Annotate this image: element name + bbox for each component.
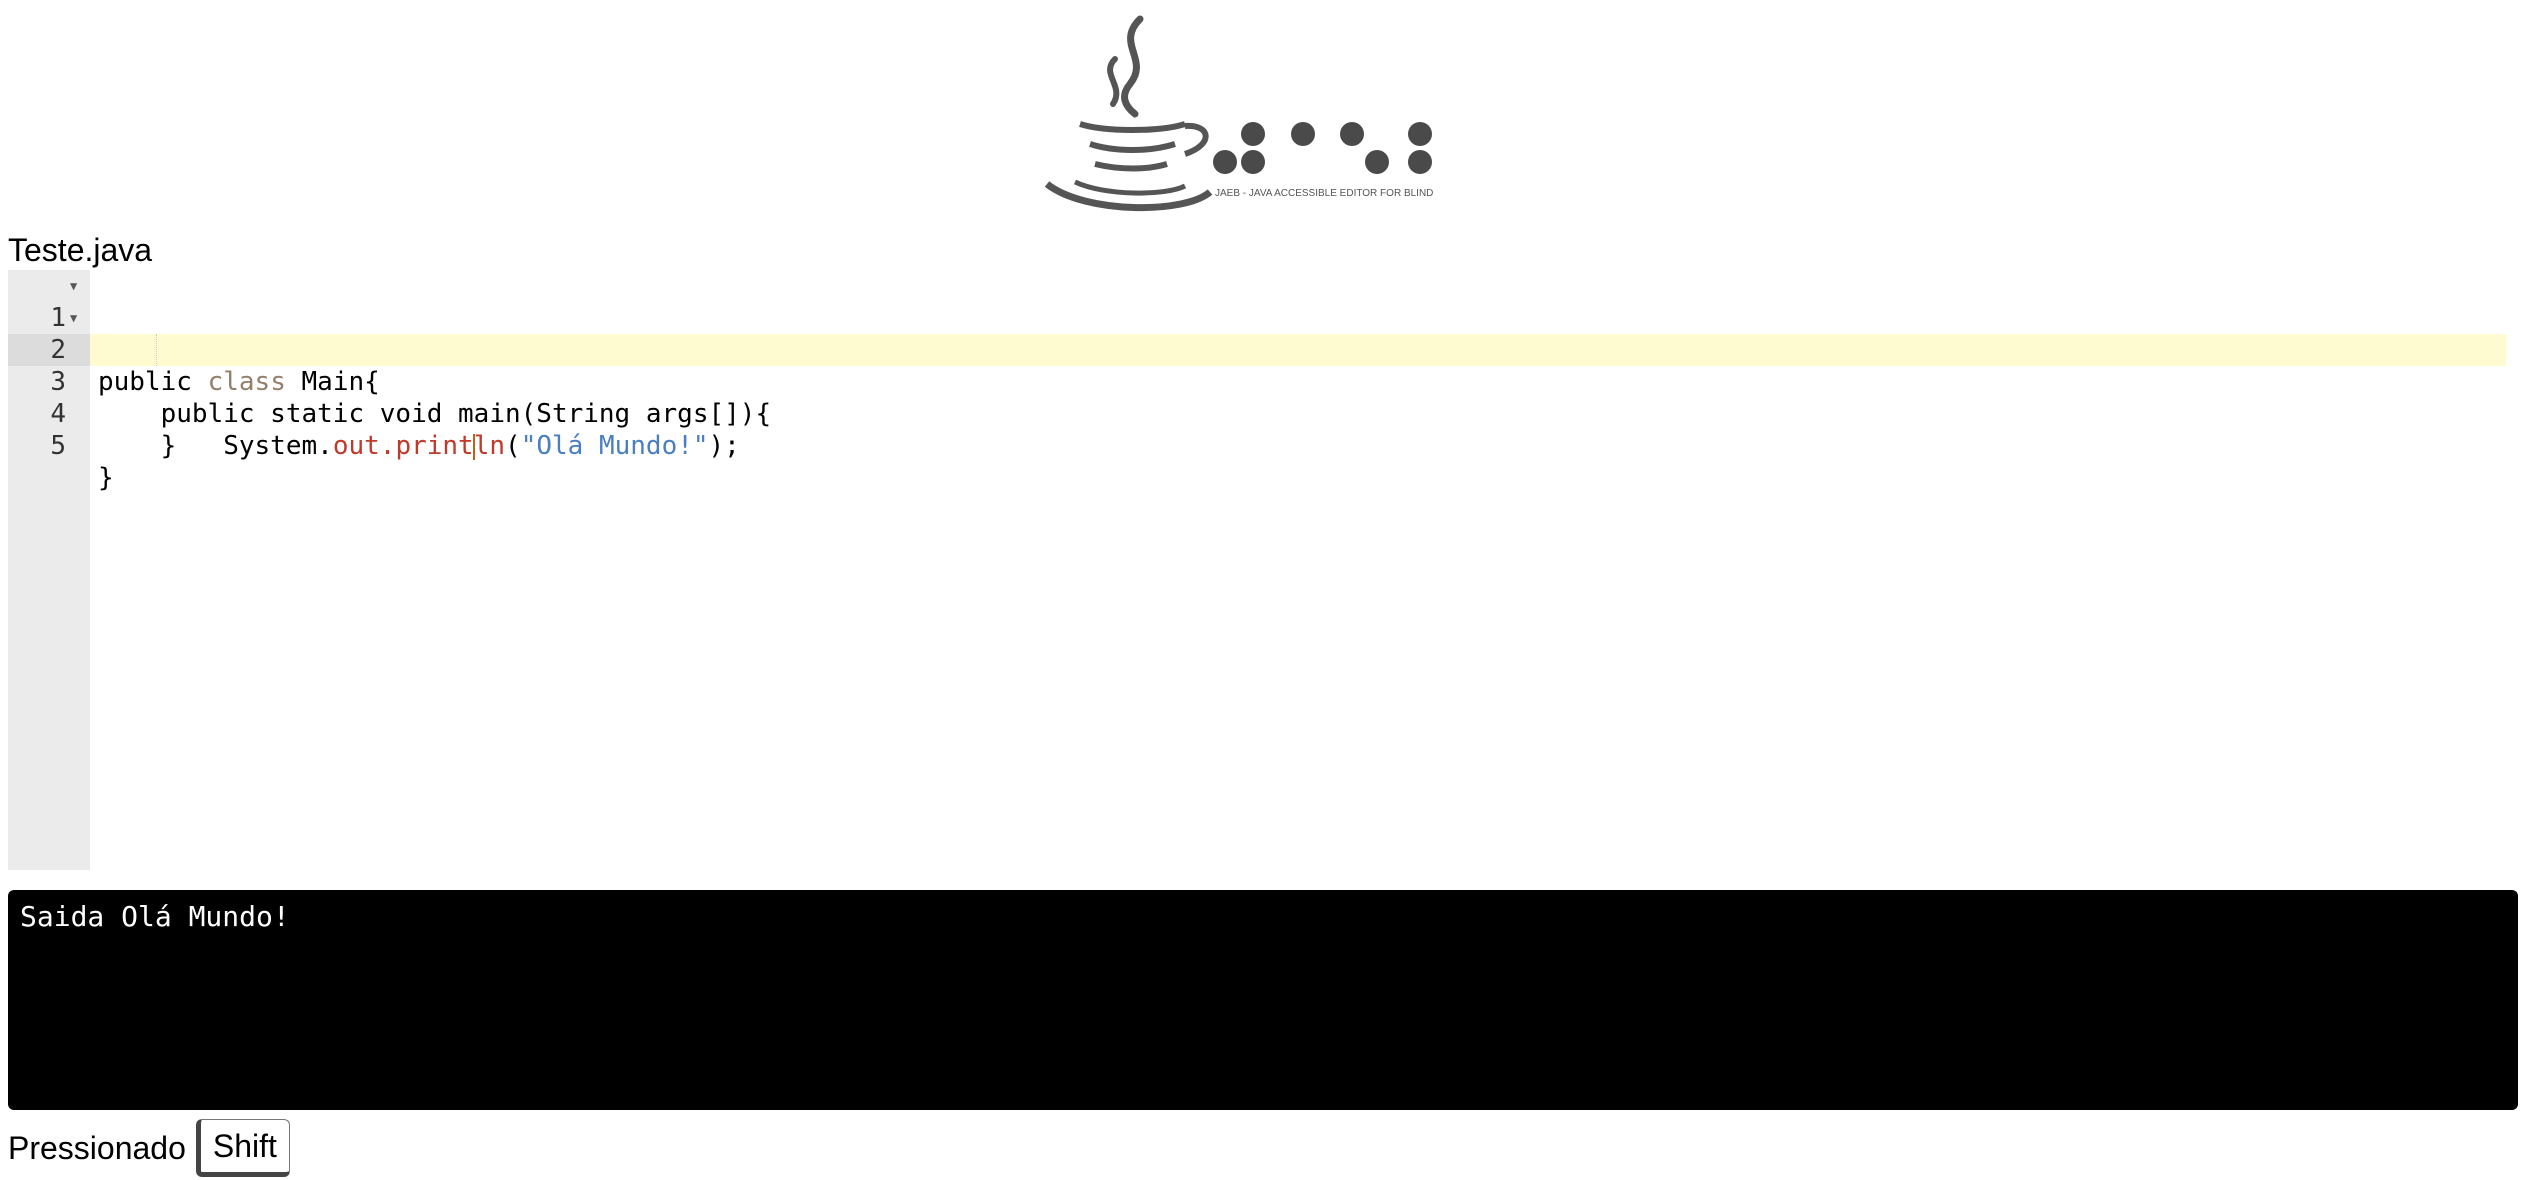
key-status-bar: Pressionado Shift <box>8 1118 290 1178</box>
indent-guide <box>156 334 158 366</box>
console-output-text: Saida Olá Mundo! <box>20 900 290 933</box>
code-line-5[interactable]: 5 } <box>8 398 2498 493</box>
fold-arrow-icon[interactable]: ▼ <box>70 302 77 334</box>
fold-arrow-icon[interactable]: ▼ <box>70 270 77 302</box>
code-line-1[interactable]: 1 ▼ public class Main{ <box>8 270 2498 397</box>
jaeb-logo: JAEB - JAVA ACCESSIBLE EDITOR FOR BLIND <box>1035 14 1455 226</box>
pressed-label: Pressionado <box>8 1129 186 1166</box>
code-editor[interactable]: 1 ▼ public class Main{ 2 ▼ public static… <box>8 270 2506 870</box>
line-number: 5 <box>50 431 66 461</box>
code-text: System.out.println("Olá Mundo!"); <box>98 431 740 461</box>
code-line-3[interactable]: 3 System.out.println("Olá Mundo!"); <box>8 334 2498 461</box>
pressed-key-button[interactable]: Shift <box>195 1119 290 1177</box>
logo-caption: JAEB - JAVA ACCESSIBLE EDITOR FOR BLIND <box>1215 188 1433 199</box>
code-text: } <box>98 431 177 461</box>
output-console: Saida Olá Mundo! <box>8 890 2518 1110</box>
file-name-label: Teste.java <box>8 232 153 268</box>
code-line-2[interactable]: 2 ▼ public static void main(String args[… <box>8 302 2498 429</box>
java-cup-braille-logo-icon: JAEB - JAVA ACCESSIBLE EDITOR FOR BLIND <box>1044 15 1433 212</box>
code-line-4[interactable]: 4 } <box>8 366 2498 461</box>
code-text: } <box>98 463 114 493</box>
